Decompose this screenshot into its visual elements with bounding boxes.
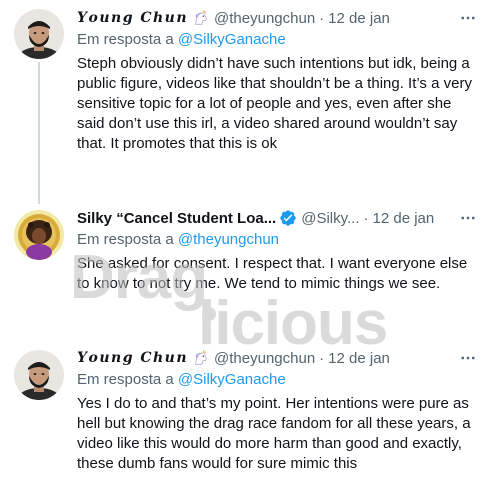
unicorn-emoji xyxy=(195,349,207,365)
tweet-timestamp[interactable]: 12 de jan xyxy=(373,210,435,227)
tweet[interactable]: 𝒀𝒐𝒖𝒏𝒈 𝑪𝒉𝒖𝒏 @theyungchun · 12 de jan Em r… xyxy=(0,340,493,480)
unicorn-emoji xyxy=(195,9,207,25)
avatar[interactable] xyxy=(14,350,64,400)
reply-prefix: Em resposta a xyxy=(77,231,174,248)
display-name[interactable]: 𝒀𝒐𝒖𝒏𝒈 𝑪𝒉𝒖𝒏 xyxy=(77,350,188,366)
tweet-header: Silky “Cancel Student Loa... @Silky... ·… xyxy=(77,208,479,228)
reply-mention-link[interactable]: @SilkyGanache xyxy=(178,31,286,48)
tweet[interactable]: 𝒀𝒐𝒖𝒏𝒈 𝑪𝒉𝒖𝒏 @theyungchun · 12 de jan Em r… xyxy=(0,0,493,200)
more-horizontal-icon[interactable] xyxy=(457,348,479,368)
avatar[interactable] xyxy=(14,210,64,260)
reply-context: Em resposta a @theyungchun xyxy=(77,230,479,250)
separator-dot: · xyxy=(319,9,325,27)
conversation-thread: 𝒀𝒐𝒖𝒏𝒈 𝑪𝒉𝒖𝒏 @theyungchun · 12 de jan Em r… xyxy=(0,0,493,480)
separator-dot: · xyxy=(363,209,369,227)
more-horizontal-icon[interactable] xyxy=(457,208,479,228)
user-handle[interactable]: @Silky... xyxy=(301,210,359,227)
reply-prefix: Em resposta a xyxy=(77,31,174,48)
tweet-text: Yes I do to and that’s my point. Her int… xyxy=(77,395,471,472)
avatar-image xyxy=(14,350,64,400)
reply-mention-link[interactable]: @SilkyGanache xyxy=(178,371,286,388)
avatar[interactable] xyxy=(14,9,64,59)
tweet-timestamp[interactable]: 12 de jan xyxy=(328,10,390,27)
tweet-text: She asked for consent. I respect that. I… xyxy=(77,255,468,292)
separator-dot: · xyxy=(319,349,325,367)
more-horizontal-icon[interactable] xyxy=(457,8,479,28)
user-handle[interactable]: @theyungchun xyxy=(214,10,315,27)
tweet-text: Steph obviously didn’t have such intenti… xyxy=(77,55,472,152)
verified-badge-icon xyxy=(280,210,296,226)
avatar-image xyxy=(14,210,64,260)
user-handle[interactable]: @theyungchun xyxy=(214,350,315,367)
avatar-image xyxy=(14,9,64,59)
tweet[interactable]: Silky “Cancel Student Loa... @Silky... ·… xyxy=(0,200,493,340)
tweet-header: 𝒀𝒐𝒖𝒏𝒈 𝑪𝒉𝒖𝒏 @theyungchun · 12 de jan xyxy=(77,348,479,368)
tweet-header: 𝒀𝒐𝒖𝒏𝒈 𝑪𝒉𝒖𝒏 @theyungchun · 12 de jan xyxy=(77,8,479,28)
reply-context: Em resposta a @SilkyGanache xyxy=(77,370,479,390)
reply-prefix: Em resposta a xyxy=(77,371,174,388)
tweet-timestamp[interactable]: 12 de jan xyxy=(328,350,390,367)
display-name[interactable]: 𝒀𝒐𝒖𝒏𝒈 𝑪𝒉𝒖𝒏 xyxy=(77,10,188,26)
reply-mention-link[interactable]: @theyungchun xyxy=(178,231,279,248)
reply-context: Em resposta a @SilkyGanache xyxy=(77,30,479,50)
display-name[interactable]: Silky “Cancel Student Loa... xyxy=(77,210,276,227)
